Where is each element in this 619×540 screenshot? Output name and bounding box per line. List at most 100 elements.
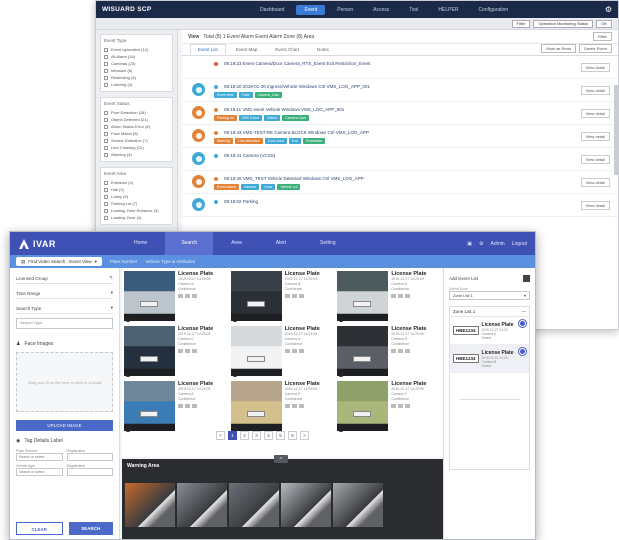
filter-checkbox[interactable]: Loading Zone (4) xyxy=(104,214,169,221)
warning-thumbnail[interactable] xyxy=(281,483,331,527)
filter-checkbox[interactable]: Intrusion (6) xyxy=(104,67,169,74)
filter-checkbox[interactable]: Entrance (4) xyxy=(104,179,169,186)
filter-checkbox[interactable]: Alarm Status Error (8) xyxy=(104,123,169,130)
vehicle-photo[interactable] xyxy=(124,381,175,431)
scp-nav-item[interactable]: Person xyxy=(329,5,361,15)
clock-icon[interactable] xyxy=(291,404,297,408)
filter-checkbox[interactable]: Warning (4) xyxy=(104,151,169,158)
scp-tab[interactable]: Event List xyxy=(190,44,226,55)
scp-tab-action-button[interactable]: Mark as Read xyxy=(541,44,577,53)
vehicle-photo[interactable] xyxy=(337,271,389,321)
warning-thumbnail[interactable] xyxy=(333,483,383,527)
camera-icon[interactable] xyxy=(178,294,183,298)
image-icon[interactable] xyxy=(405,404,411,408)
filter-checkbox[interactable]: Pure Detection (28) xyxy=(104,109,169,116)
user-name[interactable]: Admin xyxy=(491,241,505,247)
result-card[interactable]: License Plate 2019-12-27 14:29:09 Camera F… xyxy=(337,381,441,433)
scp-tab[interactable]: Event Map xyxy=(228,44,266,55)
scp-subbar-button[interactable]: Operation Monitoring Status xyxy=(533,19,594,28)
checkbox-icon[interactable] xyxy=(104,215,108,220)
warning-thumbnail[interactable] xyxy=(125,483,175,527)
collapse-icon[interactable]: — xyxy=(522,309,527,314)
event-row[interactable]: 09:19:20 2019-01-30 Ingress/Vehicle Wind… xyxy=(182,79,618,102)
ivar-nav-item[interactable]: Alert xyxy=(260,232,302,255)
result-card[interactable]: License Plate 2019-12-27 14:29:09 Camera A… xyxy=(337,271,441,323)
image-icon[interactable] xyxy=(405,349,411,353)
search-type-select[interactable]: Search Type xyxy=(16,318,113,329)
drag-handle[interactable]: = xyxy=(274,455,288,463)
checkbox-icon[interactable] xyxy=(104,82,108,87)
event-row[interactable]: 09:18:43 VMS-TEST-RE Camera BLOCK Window… xyxy=(182,125,618,148)
filter-checkbox[interactable]: Sensor Detection (7) xyxy=(104,137,169,144)
filter-checkbox[interactable]: Restricting (8) xyxy=(104,74,169,81)
page-button[interactable]: 4 xyxy=(264,431,273,440)
checkbox-icon[interactable] xyxy=(104,75,108,80)
camera-icon[interactable] xyxy=(178,404,183,408)
filter-checkbox[interactable]: Loitering (4) xyxy=(104,81,169,88)
zone-select[interactable]: Zone List 1 ▾ xyxy=(449,291,530,300)
image-icon[interactable] xyxy=(298,294,304,298)
result-card[interactable]: License Plate 2019-12-27 14:29:09 Camera A… xyxy=(230,326,335,378)
result-card[interactable]: License Plate 2019-12-27 14:29:09 Camera A… xyxy=(124,381,228,433)
result-card[interactable]: License Plate 2019-12-27 14:29:09 Camera B… xyxy=(230,271,335,323)
image-icon[interactable] xyxy=(405,294,411,298)
scp-tab[interactable]: Notes xyxy=(309,44,337,55)
segment-plate[interactable]: Plate Number xyxy=(110,259,138,264)
filter-checkbox[interactable]: All Alarm (34) xyxy=(104,53,169,60)
checkbox-icon[interactable] xyxy=(104,124,108,129)
camera-icon[interactable] xyxy=(284,349,290,353)
image-icon[interactable] xyxy=(192,294,197,298)
scp-filter-button[interactable]: Filter xyxy=(593,32,612,41)
result-card[interactable]: License Plate 2019-12-27 14:29:09 Camera E… xyxy=(230,381,335,433)
camera-icon[interactable] xyxy=(178,349,183,353)
image-icon[interactable] xyxy=(298,404,304,408)
scp-subbar-button[interactable]: OK xyxy=(596,19,612,28)
checkbox-icon[interactable] xyxy=(104,194,108,199)
view-detail-button[interactable]: View detail xyxy=(580,178,610,187)
checkbox-icon[interactable] xyxy=(104,145,108,150)
monitor-icon[interactable]: ▣ xyxy=(467,241,472,247)
event-row[interactable]: 09:18:26 VMS_TEST Vehicle Detected Windo… xyxy=(182,171,618,194)
clock-icon[interactable] xyxy=(398,349,404,353)
vehicle-photo[interactable] xyxy=(337,326,389,376)
view-detail-button[interactable]: View detail xyxy=(580,201,610,210)
scp-tab[interactable]: Event Chart xyxy=(267,44,307,55)
filter-checkbox[interactable]: Cameras (23) xyxy=(104,60,169,67)
result-card[interactable]: License Plate 2019-12-27 14:29:09 Camera D… xyxy=(337,326,441,378)
page-button[interactable]: 5 xyxy=(276,431,285,440)
filter-input[interactable] xyxy=(16,468,63,476)
warning-thumbnail[interactable] xyxy=(177,483,227,527)
ivar-nav-item[interactable]: Area xyxy=(215,232,258,255)
time-range-field[interactable]: Time Range ▾ xyxy=(16,288,113,299)
checkbox-icon[interactable] xyxy=(104,110,108,115)
vehicle-photo[interactable] xyxy=(124,326,175,376)
vehicle-photo[interactable] xyxy=(230,326,282,376)
image-icon[interactable] xyxy=(192,349,197,353)
page-button[interactable]: 6 xyxy=(288,431,297,440)
filter-input[interactable] xyxy=(66,453,113,461)
event-row[interactable]: 09:19:23 Event Camera/Door Camera_RTS_Ev… xyxy=(182,56,618,79)
clear-button[interactable]: CLEAR xyxy=(16,522,63,535)
checkbox-icon[interactable] xyxy=(104,180,108,185)
licensed-group-field[interactable]: Licensed Group ✎ xyxy=(16,273,113,284)
filter-checkbox[interactable]: Event Ignoration (12) xyxy=(104,46,169,53)
checkbox-icon[interactable] xyxy=(104,54,108,59)
checkbox-icon[interactable] xyxy=(104,208,108,213)
vehicle-photo[interactable] xyxy=(124,271,175,321)
ivar-nav-item[interactable]: Search xyxy=(165,232,214,255)
search-tab[interactable]: ▤ Find Video Search - Event View ▾ xyxy=(16,257,102,266)
camera-icon[interactable] xyxy=(284,294,290,298)
camera-icon[interactable] xyxy=(391,404,397,408)
match-item[interactable]: HBE1234 License Plate 2019-12-27 14:29 Came… xyxy=(450,317,529,345)
view-detail-button[interactable]: View detail xyxy=(580,109,610,118)
add-icon[interactable] xyxy=(523,274,530,282)
scp-subbar-button[interactable]: Filter xyxy=(511,19,531,28)
event-row[interactable]: 09:18:41 Camera (VCSS) View detail xyxy=(182,148,618,171)
check-circle-icon[interactable] xyxy=(519,320,526,327)
image-icon[interactable] xyxy=(298,349,304,353)
vehicle-photo[interactable] xyxy=(337,381,389,431)
vehicle-photo[interactable] xyxy=(230,271,282,321)
logout-link[interactable]: Logout xyxy=(512,241,527,247)
filter-checkbox[interactable]: Object Detected (21) xyxy=(104,116,169,123)
clock-icon[interactable] xyxy=(185,349,190,353)
